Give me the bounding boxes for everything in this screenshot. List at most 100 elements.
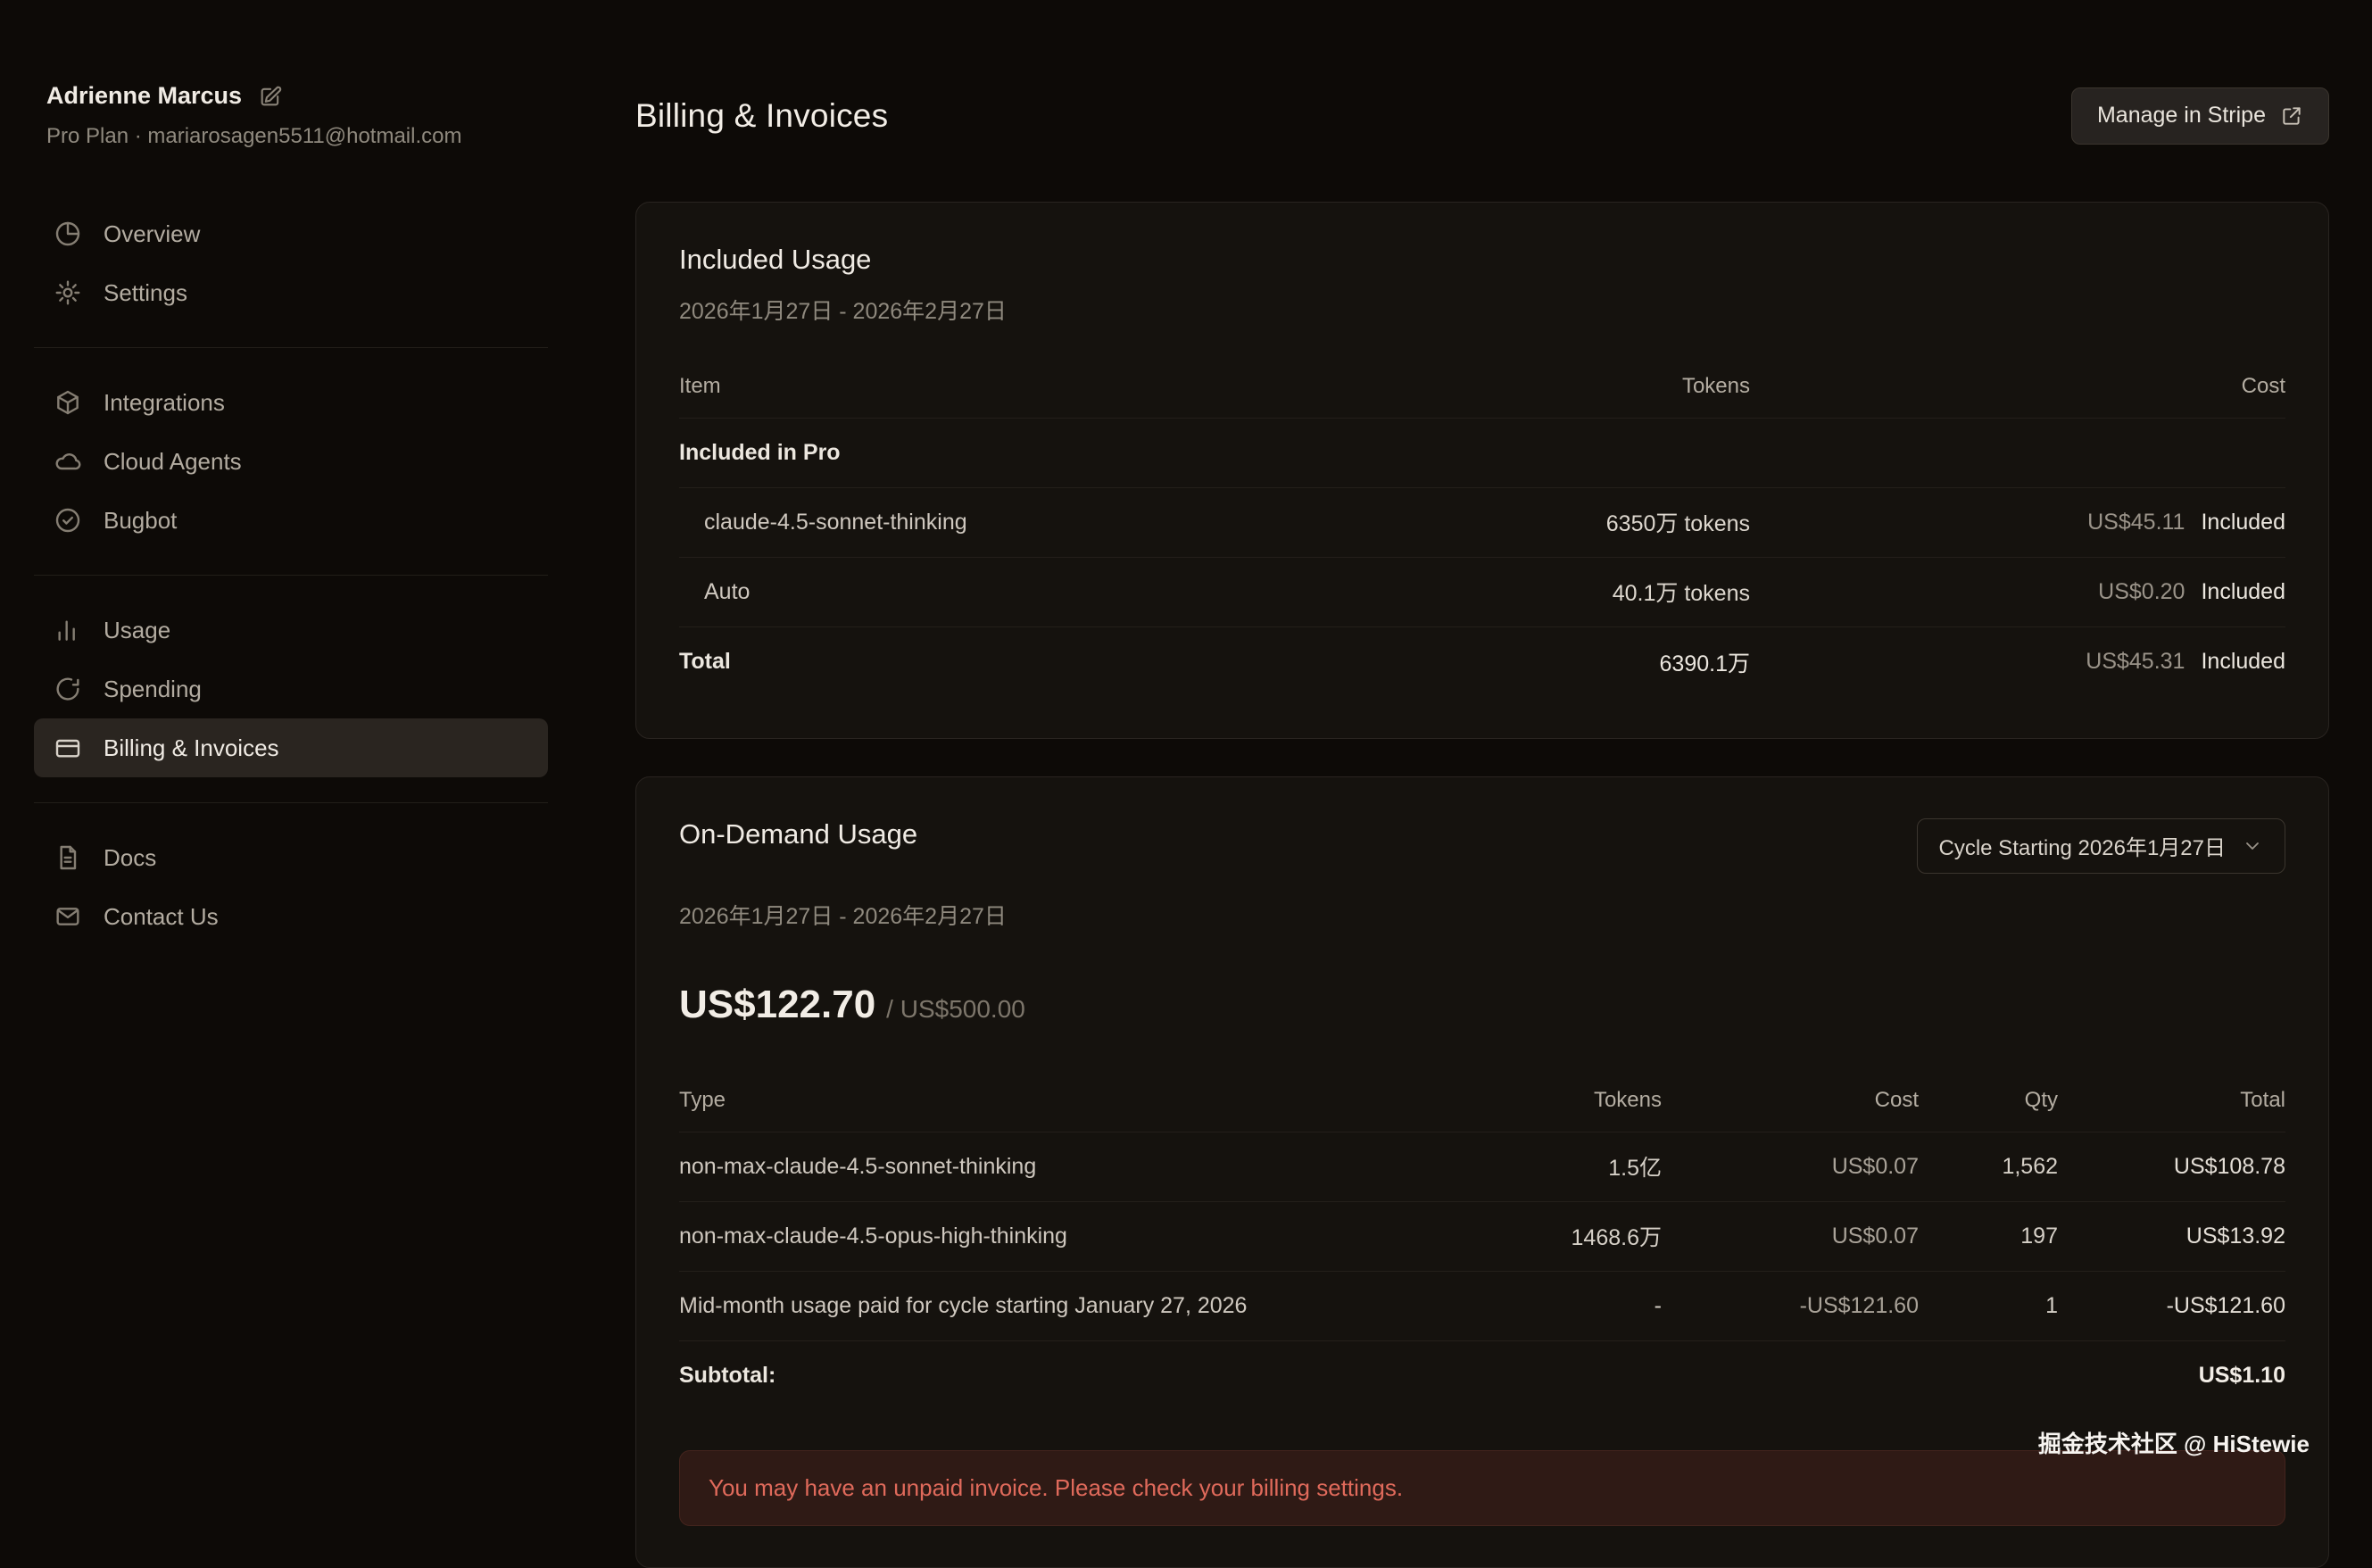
row-total: -US$121.60 (2058, 1293, 2285, 1319)
sidebar-item-usage[interactable]: Usage (34, 601, 548, 660)
group-label: Included in Pro (679, 440, 2285, 466)
cost-value: US$45.31 (2086, 649, 2185, 675)
edit-icon[interactable] (258, 84, 283, 109)
on-demand-table: Type Tokens Cost Qty Total non-max-claud… (679, 1070, 2285, 1411)
manage-in-stripe-label: Manage in Stripe (2097, 103, 2266, 129)
sidebar-item-label: Settings (104, 279, 187, 307)
column-header-qty: Qty (1919, 1088, 2058, 1113)
total-cost: US$45.31 Included (1750, 649, 2285, 675)
cycle-selector-dropdown[interactable]: Cycle Starting 2026年1月27日 (1917, 818, 2286, 874)
user-block: Adrienne Marcus Pro Plan · mariarosagen5… (46, 82, 548, 149)
subtotal-value: US$1.10 (2058, 1363, 2285, 1389)
package-icon (54, 388, 82, 417)
row-item: claude-4.5-sonnet-thinking (679, 510, 1304, 535)
on-demand-amount: US$122.70 (679, 983, 875, 1027)
on-demand-date-range: 2026年1月27日 - 2026年2月27日 (679, 899, 2285, 931)
row-cost: US$45.11 Included (1750, 510, 2285, 535)
row-type: non-max-claude-4.5-sonnet-thinking (679, 1154, 1305, 1180)
row-total: US$108.78 (2058, 1154, 2285, 1180)
row-total: US$13.92 (2058, 1224, 2285, 1249)
table-header-row: Type Tokens Cost Qty Total (679, 1070, 2285, 1132)
row-cost: US$0.07 (1662, 1224, 1919, 1249)
table-header-row: Item Tokens Cost (679, 356, 2285, 419)
sidebar-item-label: Spending (104, 676, 202, 703)
unpaid-invoice-warning: You may have an unpaid invoice. Please c… (679, 1450, 2285, 1526)
sidebar-nav: Overview Settings Integrati (34, 204, 548, 946)
row-tokens: 40.1万 tokens (1304, 576, 1750, 608)
envelope-icon (54, 902, 82, 931)
included-usage-card: Included Usage 2026年1月27日 - 2026年2月27日 I… (635, 202, 2329, 739)
user-name: Adrienne Marcus (46, 82, 242, 110)
column-header-cost: Cost (1750, 374, 2285, 399)
sidebar-item-label: Integrations (104, 389, 225, 417)
external-link-icon (2280, 104, 2303, 128)
sidebar-item-label: Bugbot (104, 507, 177, 535)
bar-chart-icon (54, 616, 82, 644)
manage-in-stripe-button[interactable]: Manage in Stripe (2071, 87, 2329, 145)
on-demand-limit: / US$500.00 (886, 995, 1025, 1024)
row-qty: 1 (1919, 1293, 2058, 1319)
subtotal-label: Subtotal: (679, 1363, 1305, 1389)
cloud-icon (54, 447, 82, 476)
total-tokens: 6390.1万 (1304, 646, 1750, 678)
page-title: Billing & Invoices (635, 97, 888, 135)
pie-chart-icon (54, 220, 82, 248)
row-cost: -US$121.60 (1662, 1293, 1919, 1319)
table-row: Auto 40.1万 tokens US$0.20 Included (679, 558, 2285, 627)
sidebar-item-label: Billing & Invoices (104, 734, 279, 762)
table-total-row: Total 6390.1万 US$45.31 Included (679, 627, 2285, 697)
sidebar-item-docs[interactable]: Docs (34, 828, 548, 887)
sidebar-item-label: Overview (104, 220, 200, 248)
column-header-tokens: Tokens (1305, 1088, 1662, 1113)
table-subtotal-row: Subtotal: US$1.10 (679, 1341, 2285, 1411)
sidebar-item-integrations[interactable]: Integrations (34, 373, 548, 432)
watermark: 掘金技术社区 @ HiStewie (2038, 1426, 2310, 1459)
column-header-cost: Cost (1662, 1088, 1919, 1113)
credit-card-icon (54, 734, 82, 762)
row-tokens: 6350万 tokens (1304, 506, 1750, 538)
row-qty: 197 (1919, 1224, 2058, 1249)
included-usage-title: Included Usage (679, 244, 2285, 276)
cycle-selector-label: Cycle Starting 2026年1月27日 (1939, 830, 2227, 861)
sidebar-item-label: Contact Us (104, 903, 219, 931)
sidebar: Adrienne Marcus Pro Plan · mariarosagen5… (0, 0, 553, 1494)
sidebar-item-settings[interactable]: Settings (34, 263, 548, 322)
sidebar-divider (34, 575, 548, 576)
check-circle-icon (54, 506, 82, 535)
table-group-row: Included in Pro (679, 419, 2285, 488)
plan-line: Pro Plan · mariarosagen5511@hotmail.com (46, 124, 548, 149)
sidebar-item-cloud-agents[interactable]: Cloud Agents (34, 432, 548, 491)
document-icon (54, 843, 82, 872)
sidebar-item-overview[interactable]: Overview (34, 204, 548, 263)
sidebar-item-label: Usage (104, 617, 170, 644)
row-tokens: 1.5亿 (1305, 1150, 1662, 1182)
row-cost: US$0.20 Included (1750, 579, 2285, 605)
sidebar-item-billing-invoices[interactable]: Billing & Invoices (34, 718, 548, 777)
row-tokens: 1468.6万 (1305, 1220, 1662, 1252)
included-usage-date-range: 2026年1月27日 - 2026年2月27日 (679, 294, 2285, 326)
table-row: claude-4.5-sonnet-thinking 6350万 tokens … (679, 488, 2285, 558)
gear-icon (54, 278, 82, 307)
sidebar-item-label: Cloud Agents (104, 448, 242, 476)
main-header: Billing & Invoices Manage in Stripe (635, 75, 2329, 157)
included-badge: Included (2201, 649, 2285, 675)
table-row: non-max-claude-4.5-opus-high-thinking 14… (679, 1202, 2285, 1272)
sidebar-item-contact-us[interactable]: Contact Us (34, 887, 548, 946)
included-badge: Included (2201, 510, 2285, 535)
spending-gauge-icon (54, 675, 82, 703)
cost-value: US$0.20 (2098, 579, 2185, 605)
table-row: Mid-month usage paid for cycle starting … (679, 1272, 2285, 1341)
sidebar-item-spending[interactable]: Spending (34, 660, 548, 718)
sidebar-item-label: Docs (104, 844, 156, 872)
sidebar-item-bugbot[interactable]: Bugbot (34, 491, 548, 550)
row-cost: US$0.07 (1662, 1154, 1919, 1180)
amount-row: US$122.70 / US$500.00 (679, 983, 2285, 1027)
on-demand-header: On-Demand Usage Cycle Starting 2026年1月27… (679, 818, 2285, 874)
row-tokens: - (1305, 1293, 1662, 1319)
main-content: Billing & Invoices Manage in Stripe Incl… (553, 0, 2372, 1494)
cost-value: US$45.11 (2087, 510, 2185, 535)
total-label: Total (679, 649, 1304, 675)
sidebar-divider (34, 347, 548, 348)
column-header-total: Total (2058, 1088, 2285, 1113)
column-header-type: Type (679, 1088, 1305, 1113)
